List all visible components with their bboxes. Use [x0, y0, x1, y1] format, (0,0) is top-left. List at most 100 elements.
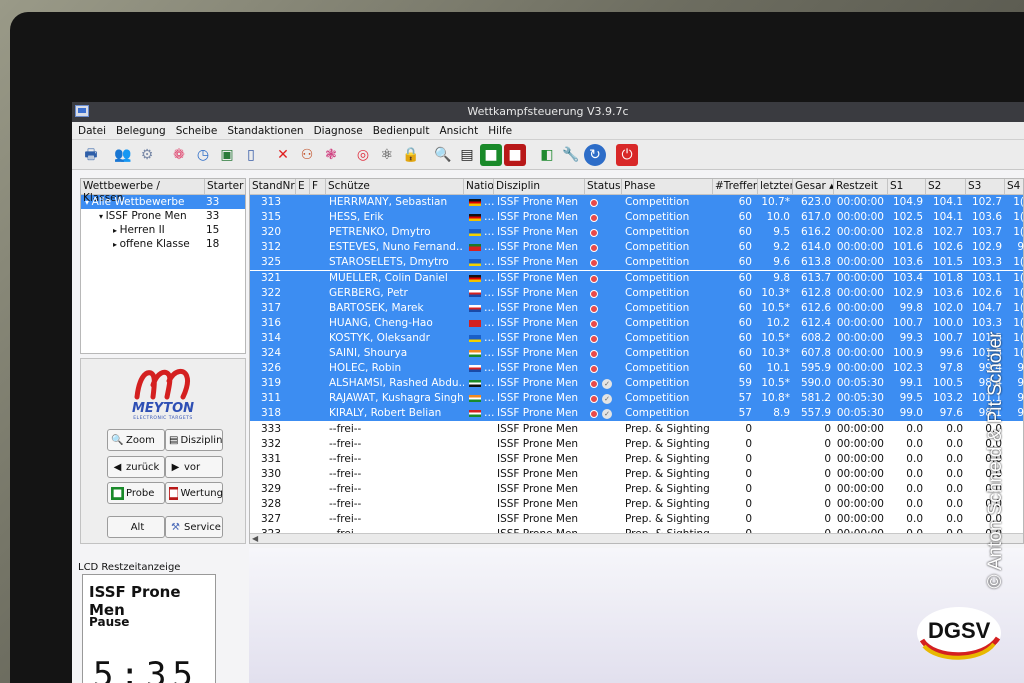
cell-treffer: 0 [745, 452, 752, 465]
table-row[interactable]: 331 --frei-- ISSF Prone Men Prep. & Sightin… [250, 452, 1023, 467]
table-row[interactable]: 329 --frei-- ISSF Prone Men Prep. & Sightin… [250, 482, 1023, 497]
table-row[interactable]: 316 HUANG, Cheng-Hao ISSF Prone Men Competi… [250, 315, 1024, 331]
table-row[interactable]: 324 SAINI, Shourya ISSF Prone Men Competiti… [250, 346, 1024, 361]
column-header[interactable]: Disziplin [494, 179, 585, 195]
print-icon[interactable]: 🖶 [80, 144, 102, 166]
clock-icon[interactable]: ◷ [192, 144, 214, 166]
display-icon[interactable]: ▣ [216, 144, 238, 166]
horizontal-scrollbar[interactable]: ◀ [250, 533, 1023, 543]
user-settings-icon[interactable]: ⚙ [136, 144, 158, 166]
column-header[interactable]: Gesar ▴ [793, 179, 834, 195]
table-row[interactable]: 332 --frei-- ISSF Prone Men Prep. & Sightin… [250, 437, 1023, 452]
cell-s4: 9 [1017, 241, 1024, 254]
wrench-icon[interactable]: 🔧 [560, 144, 582, 166]
service-button[interactable]: ⚒ Service [165, 516, 223, 538]
column-header[interactable]: Schütze [326, 179, 464, 195]
table-row[interactable]: 320 PETRENKO, Dmytro ISSF Prone Men Competi… [250, 225, 1024, 241]
alt-button[interactable]: Alt [107, 516, 165, 538]
menu-belegung[interactable]: Belegung [116, 125, 166, 137]
menu-diagnose[interactable]: Diagnose [314, 125, 363, 137]
menu-datei[interactable]: Datei [78, 125, 106, 137]
cell-phase: Competition [625, 392, 690, 405]
table-row[interactable]: 317 BARTOSEK, Marek ISSF Prone Men Competit… [250, 300, 1024, 316]
tree-item[interactable]: ▾ Alle Wettbewerbe 33 [81, 195, 245, 209]
table-row[interactable]: 327 --frei-- ISSF Prone Men Prep. & Sightin… [250, 512, 1023, 527]
table-row[interactable]: 325 STAROSELETS, Dmytro ISSF Prone Men Comp… [250, 255, 1024, 271]
power-icon[interactable]: ⏻ [616, 143, 638, 166]
back-button[interactable]: ◀ zurück [107, 456, 165, 478]
column-header[interactable]: E [296, 179, 310, 195]
table-row[interactable]: 318 KIRALY, Robert Belian ISSF Prone Men Co… [250, 406, 1024, 422]
nation-ellipsis: … [484, 407, 494, 420]
table-row[interactable]: 313 HERRMANY, Sebastian ISSF Prone Men Comp… [250, 195, 1024, 210]
refresh-icon[interactable]: ↻ [584, 143, 606, 166]
table-row[interactable]: 315 HESS, Erik ISSF Prone Men Competition 60… [250, 210, 1024, 226]
tree-header-wettbewerbe[interactable]: Wettbewerbe / Klassen [81, 179, 205, 204]
table-row[interactable]: 333 --frei-- ISSF Prone Men Prep. & Sightin… [250, 422, 1023, 437]
menu-scheibe[interactable]: Scheibe [176, 125, 218, 137]
column-header[interactable]: letzter [758, 179, 793, 195]
cell-gesamt: 0 [824, 452, 831, 465]
menu-bedienpult[interactable]: Bedienpult [373, 125, 430, 137]
column-header[interactable]: #Treffer [713, 179, 758, 195]
delete-icon[interactable]: ✕ [272, 144, 294, 166]
table-row[interactable]: 319 ALSHAMSI, Rashed Abdu… ISSF Prone Men C… [250, 376, 1024, 392]
disziplin-button[interactable]: ▤ Disziplin [165, 429, 223, 451]
scroll-left-icon[interactable]: ◀ [252, 534, 258, 543]
cell-gesamt: 616.2 [800, 226, 831, 239]
cell-letzter: 10.5* [761, 301, 790, 314]
book-icon[interactable]: ▯ [240, 144, 262, 166]
target-icon[interactable]: ◎ [352, 144, 374, 166]
red-target-icon[interactable]: ■ [504, 143, 526, 166]
cell-stand: 331 [260, 452, 282, 465]
nation-ellipsis: … [484, 347, 494, 359]
column-header[interactable]: Natio [464, 179, 494, 195]
green-target-icon[interactable]: ■ [480, 143, 502, 166]
tree-item[interactable]: ▸ Herren II 15 [81, 223, 245, 237]
search-icon[interactable]: 🔍 [432, 144, 454, 166]
lock-icon[interactable]: 🔒 [400, 144, 422, 166]
column-header[interactable]: S1 [888, 179, 926, 195]
menu-standaktionen[interactable]: Standaktionen [227, 125, 303, 137]
column-header[interactable]: StandNr [250, 179, 296, 195]
zoom-button[interactable]: 🔍 Zoom [107, 429, 165, 451]
menu-hilfe[interactable]: Hilfe [488, 125, 512, 137]
table-row[interactable]: 312 ESTEVES, Nuno Fernand… ISSF Prone Men C… [250, 240, 1024, 256]
targets-icon[interactable]: ❁ [168, 144, 190, 166]
tree-item-count: 15 [206, 224, 220, 236]
table-row[interactable]: 311 RAJAWAT, Kushagra Singh ISSF Prone Men… [250, 391, 1024, 407]
column-header[interactable]: S4 [1005, 179, 1024, 195]
tree-item[interactable]: ▸ offene Klasse 18 [81, 237, 245, 251]
monitor-icon[interactable]: ▤ [456, 144, 478, 166]
wertung-button[interactable]: ■ Wertung [165, 482, 223, 504]
table-row[interactable]: 321 MUELLER, Colin Daniel ISSF Prone Men Co… [250, 270, 1024, 286]
column-header[interactable]: Phase [622, 179, 713, 195]
cell-stand: 329 [260, 482, 282, 495]
cell-stand: 311 [260, 392, 282, 405]
table-row[interactable]: 314 KOSTYK, Oleksandr ISSF Prone Men Compet… [250, 330, 1024, 346]
column-header[interactable]: S2 [926, 179, 966, 195]
table-row[interactable]: 330 --frei-- ISSF Prone Men Prep. & Sightin… [250, 467, 1023, 482]
tree-item[interactable]: ▾ ISSF Prone Men 33 [81, 209, 245, 223]
forward-button[interactable]: ▶ vor [165, 456, 223, 478]
column-header[interactable]: F [310, 179, 326, 195]
cell-treffer: 60 [738, 256, 752, 269]
cell-treffer: 60 [738, 286, 752, 299]
network-icon[interactable]: ⚛ [376, 144, 398, 166]
menu-ansicht[interactable]: Ansicht [439, 125, 478, 137]
table-row[interactable]: 328 --frei-- ISSF Prone Men Prep. & Sightin… [250, 497, 1023, 512]
shooter-icon[interactable]: ⚇ [296, 144, 318, 166]
table-row[interactable]: 322 GERBERG, Petr ISSF Prone Men Competitio… [250, 285, 1024, 301]
column-header[interactable]: Restzeit [834, 179, 888, 195]
column-header[interactable]: S3 [966, 179, 1005, 195]
cell-s4: 1( [1013, 286, 1024, 299]
door-icon[interactable]: ◧ [536, 144, 558, 166]
cell-letzter: 10.2 [766, 316, 790, 329]
users-icon[interactable]: 👥 [112, 144, 134, 166]
probe-button[interactable]: ■ Probe [107, 482, 165, 504]
nation-ellipsis: … [484, 196, 494, 208]
group-icon[interactable]: ❃ [320, 144, 342, 166]
tree-header-starter[interactable]: Starter [205, 179, 245, 194]
table-row[interactable]: 326 HOLEC, Robin ISSF Prone Men Competition… [250, 361, 1024, 377]
column-header[interactable]: Status [585, 179, 622, 195]
